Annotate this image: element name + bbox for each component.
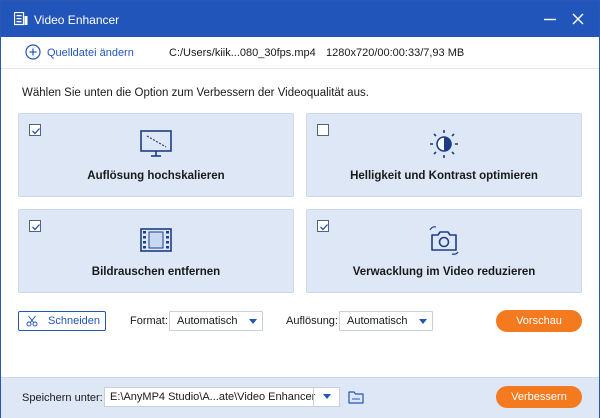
folder-icon[interactable] bbox=[348, 390, 364, 404]
option-brightness-contrast[interactable]: Helligkeit und Kontrast optimieren bbox=[306, 113, 582, 197]
scissors-icon bbox=[26, 315, 38, 327]
save-to-label: Speichern unter: bbox=[22, 392, 103, 404]
minimize-icon[interactable] bbox=[542, 11, 558, 27]
save-path-value: E:\AnyMP4 Studio\A...ate\Video Enhancer bbox=[110, 391, 316, 403]
cut-button[interactable]: Schneiden bbox=[18, 311, 106, 331]
close-icon[interactable] bbox=[570, 11, 586, 27]
upscale-checkbox[interactable] bbox=[29, 124, 41, 136]
denoise-label: Bildrauschen entfernen bbox=[91, 266, 221, 278]
monitor-icon bbox=[140, 130, 172, 157]
film-icon bbox=[140, 228, 172, 252]
chevron-down-icon bbox=[323, 394, 331, 399]
chevron-down-icon bbox=[419, 319, 427, 324]
source-file-bar: Quelldatei ändern C:/Users/kiik...080_30… bbox=[1, 37, 599, 69]
window-title: Video Enhancer bbox=[34, 13, 120, 27]
format-select[interactable]: Automatisch bbox=[169, 311, 263, 331]
add-circle-icon[interactable] bbox=[25, 44, 41, 60]
video-enhancer-window: Video Enhancer Quelldatei ändern C:/User… bbox=[0, 0, 600, 418]
source-file-info: 1280x720/00:00:33/7,93 MB bbox=[326, 47, 465, 59]
resolution-label: Auflösung: bbox=[286, 315, 338, 327]
option-upscale-resolution[interactable]: Auflösung hochskalieren bbox=[18, 113, 294, 197]
deshake-checkbox[interactable] bbox=[317, 220, 329, 232]
format-label: Format: bbox=[130, 315, 168, 327]
footer-bar: Speichern unter: E:\AnyMP4 Studio\A...at… bbox=[1, 377, 599, 418]
title-bar: Video Enhancer bbox=[1, 1, 599, 37]
resolution-select[interactable]: Automatisch bbox=[339, 311, 433, 331]
source-file-path: C:/Users/kiik...080_30fps.mp4 bbox=[169, 47, 316, 59]
format-value: Automatisch bbox=[177, 315, 238, 327]
preview-button[interactable]: Vorschau bbox=[496, 310, 582, 332]
brightness-icon bbox=[430, 130, 458, 158]
enhance-button[interactable]: Verbessern bbox=[496, 386, 582, 408]
option-remove-noise[interactable]: Bildrauschen entfernen bbox=[18, 209, 294, 293]
camera-shake-icon bbox=[429, 226, 459, 255]
deshake-label: Verwacklung im Video reduzieren bbox=[352, 266, 536, 278]
option-reduce-shake[interactable]: Verwacklung im Video reduzieren bbox=[306, 209, 582, 293]
resolution-value: Automatisch bbox=[347, 315, 408, 327]
chevron-down-icon bbox=[249, 319, 257, 324]
brightness-label: Helligkeit und Kontrast optimieren bbox=[350, 170, 538, 182]
change-source-link[interactable]: Quelldatei ändern bbox=[47, 47, 134, 59]
brightness-checkbox[interactable] bbox=[317, 124, 329, 136]
save-path-dropdown[interactable] bbox=[313, 388, 339, 406]
save-path-select[interactable]: E:\AnyMP4 Studio\A...ate\Video Enhancer bbox=[104, 387, 340, 407]
cut-label: Schneiden bbox=[48, 315, 100, 327]
upscale-label: Auflösung hochskalieren bbox=[87, 170, 225, 182]
instruction-text: Wählen Sie unten die Option zum Verbesse… bbox=[22, 87, 369, 99]
denoise-checkbox[interactable] bbox=[29, 220, 41, 232]
app-icon bbox=[14, 12, 28, 26]
